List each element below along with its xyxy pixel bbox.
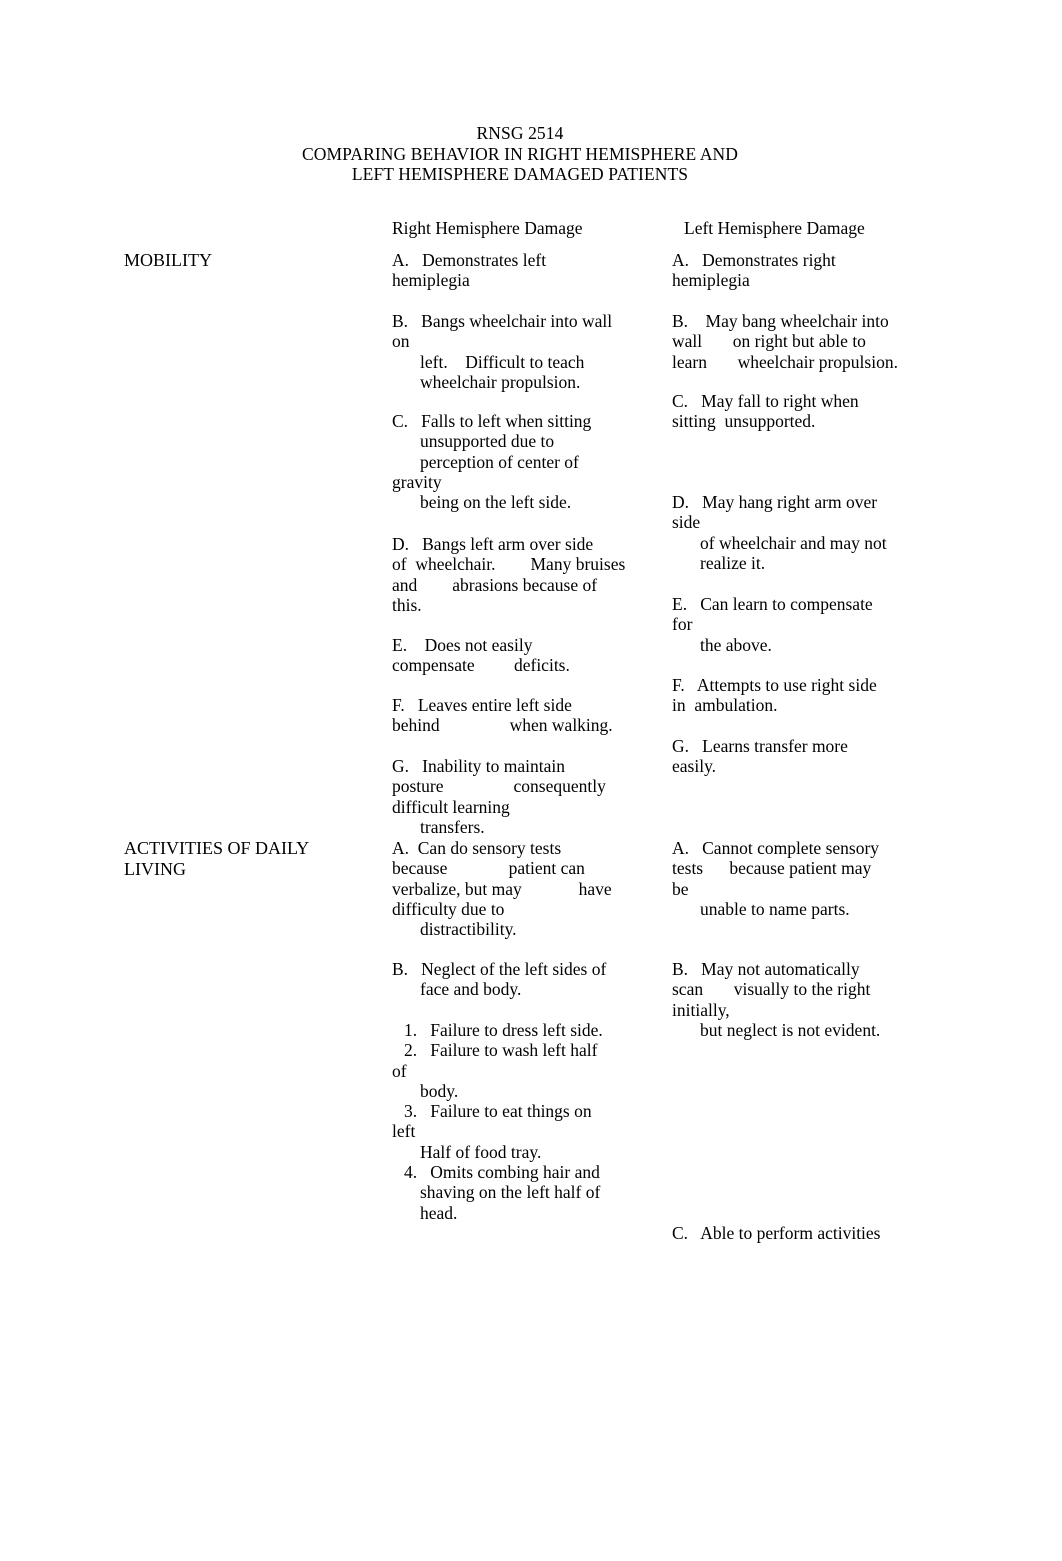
mobility-right-hemisphere-line: unsupported due to — [420, 431, 555, 452]
mobility-right-hemisphere-entry: A. Demonstrates left hemiplegia — [392, 250, 654, 291]
mobility-right-hemisphere-entry: F. Leaves entire left side behind when wa… — [392, 695, 654, 736]
mobility-left-hemisphere-line: side — [672, 512, 701, 533]
adl-right-hemisphere-line: because patient can — [392, 858, 585, 879]
mobility-left-hemisphere-line: for — [672, 614, 693, 635]
adl-right-hemisphere-line: distractibility. — [420, 919, 517, 940]
mobility-left-hemisphere-line: G. Learns transfer more — [672, 736, 848, 756]
mobility-left-hemisphere-line: A. Demonstrates right — [672, 250, 836, 270]
column-header-right-hemisphere: Right Hemisphere Damage — [392, 218, 583, 238]
mobility-right-hemisphere-entry: C. Falls to left when sitting unsupported… — [392, 411, 654, 512]
adl-right-hemisphere-line: left — [392, 1121, 416, 1142]
mobility-left-hemisphere-line: of wheelchair and may not — [700, 532, 887, 553]
mobility-right-hemisphere-line: transfers. — [420, 816, 485, 837]
mobility-left-hemisphere-entry: A. Demonstrates right hemiplegia — [672, 250, 934, 291]
mobility-right-hemisphere-line: and abrasions because of — [392, 574, 598, 595]
column-header-left-hemisphere: Left Hemisphere Damage — [684, 218, 865, 238]
mobility-right-hemisphere-line: hemiplegia — [392, 270, 470, 291]
mobility-right-hemisphere-entry: E. Does not easily compensate deficits. — [392, 635, 654, 676]
adl-left-hemisphere-line: C. Able to perform activities — [672, 1223, 881, 1243]
mobility-right-hemisphere-line: E. Does not easily — [392, 635, 533, 655]
adl-right-hemisphere-line: shaving on the left half of — [420, 1182, 601, 1203]
adl-right-hemisphere-line: difficulty due to — [392, 898, 505, 919]
adl-right-hemisphere-entry: A. Can do sensory tests because patient c… — [392, 838, 654, 939]
mobility-left-hemisphere-entry: G. Learns transfer more easily. — [672, 736, 934, 777]
title-line-1: RNSG 2514 — [476, 123, 564, 143]
mobility-left-hemisphere-line: in ambulation. — [672, 695, 778, 716]
mobility-right-hemisphere-entry: D. Bangs left arm over side of wheelchair… — [392, 534, 654, 615]
adl-right-hemisphere-line: 3. Failure to eat things on — [404, 1101, 592, 1122]
label-mobility-line: MOBILITY — [124, 250, 212, 270]
mobility-left-hemisphere-line: E. Can learn to compensate — [672, 594, 873, 614]
adl-right-hemisphere-line: 1. Failure to dress left side. — [404, 1020, 603, 1040]
mobility-right-hemisphere-line: of wheelchair. Many bruises — [392, 554, 626, 575]
adl-right-hemisphere-line: 4. Omits combing hair and — [404, 1162, 600, 1183]
mobility-left-hemisphere-line: wall on right but able to — [672, 331, 866, 352]
mobility-right-hemisphere-line: B. Bangs wheelchair into wall — [392, 311, 613, 331]
mobility-right-hemisphere-line: left. Difficult to teach — [420, 351, 585, 372]
adl-right-hemisphere-line: of — [392, 1060, 407, 1081]
adl-right-hemisphere-entry: B. Neglect of the left sides of face and … — [392, 959, 654, 1000]
mobility-right-hemisphere-line: posture consequently — [392, 776, 606, 797]
adl-right-hemisphere-line: head. — [420, 1202, 458, 1223]
adl-right-hemisphere-line: A. Can do sensory tests — [392, 838, 562, 858]
adl-right-hemisphere-line: face and body. — [420, 979, 522, 1000]
mobility-left-hemisphere-line: the above. — [700, 634, 772, 655]
mobility-right-hemisphere-line: being on the left side. — [420, 492, 572, 513]
mobility-left-hemisphere-entry: D. May hang right arm over side of wheelch… — [672, 492, 934, 573]
mobility-right-hemisphere-line: gravity — [392, 471, 442, 492]
title-line-2: COMPARING BEHAVIOR IN RIGHT HEMISPHERE A… — [301, 143, 739, 164]
adl-right-hemisphere-line: 2. Failure to wash left half — [404, 1040, 598, 1061]
adl-right-hemisphere-line: body. — [420, 1080, 459, 1101]
mobility-left-hemisphere-line: learn wheelchair propulsion. — [672, 351, 898, 372]
adl-left-hemisphere-entry: A. Cannot complete sensory tests because … — [672, 838, 934, 919]
mobility-right-hemisphere-line: perception of center of — [420, 451, 579, 472]
mobility-left-hemisphere-entry: E. Can learn to compensate for the above. — [672, 594, 934, 655]
mobility-left-hemisphere-line: hemiplegia — [672, 270, 750, 291]
mobility-left-hemisphere-entry: F. Attempts to use right side in ambulati… — [672, 675, 934, 716]
mobility-right-hemisphere-line: A. Demonstrates left — [392, 250, 547, 270]
adl-left-hemisphere-line: tests because patient may — [672, 858, 872, 879]
mobility-right-hemisphere-entry: B. Bangs wheelchair into wall on left. Dif… — [392, 311, 654, 392]
document-title: RNSG 2514 COMPARING BEHAVIOR IN RIGHT HE… — [0, 123, 1040, 185]
adl-left-hemisphere-line: be — [672, 878, 689, 899]
title-line-3: LEFT HEMISPHERE DAMAGED PATIENTS — [351, 164, 689, 184]
mobility-left-hemisphere-line: realize it. — [700, 552, 766, 573]
mobility-left-hemisphere-line: C. May fall to right when — [672, 391, 859, 411]
mobility-left-hemisphere-line: easily. — [672, 756, 717, 777]
adl-right-hemisphere-line: B. Neglect of the left sides of — [392, 959, 607, 979]
adl-left-hemisphere-line: scan visually to the right — [672, 979, 871, 1000]
label-adl-line: LIVING — [124, 859, 186, 879]
adl-left-hemisphere-entry: B. May not automatically scan visually to… — [672, 959, 934, 1040]
mobility-left-hemisphere-line: F. Attempts to use right side — [672, 675, 877, 695]
mobility-left-hemisphere-entry: C. May fall to right when sitting unsuppo… — [672, 391, 934, 432]
mobility-right-hemisphere-line: D. Bangs left arm over side — [392, 534, 594, 554]
mobility-right-hemisphere-line: G. Inability to maintain — [392, 756, 566, 776]
category-label-mobility: MOBILITY — [124, 250, 384, 271]
adl-left-hemisphere-line: unable to name parts. — [700, 898, 850, 919]
adl-left-hemisphere-line: B. May not automatically — [672, 959, 860, 979]
mobility-right-hemisphere-line: wheelchair propulsion. — [420, 371, 581, 392]
adl-right-hemisphere-line: Half of food tray. — [420, 1141, 542, 1162]
mobility-right-hemisphere-line: C. Falls to left when sitting — [392, 411, 592, 431]
adl-left-hemisphere-entry: C. Able to perform activities — [672, 1223, 934, 1243]
adl-right-hemisphere-line: verbalize, but may have — [392, 878, 612, 899]
adl-right-hemisphere-entry: 1. Failure to dress left side. 2. Failure… — [392, 1020, 654, 1223]
category-label-adl: ACTIVITIES OF DAILY LIVING — [124, 838, 384, 880]
mobility-right-hemisphere-entry: G. Inability to maintain posture conseque… — [392, 756, 654, 837]
mobility-right-hemisphere-line: compensate deficits. — [392, 655, 570, 676]
mobility-right-hemisphere-line: this. — [392, 594, 422, 615]
adl-left-hemisphere-line: but neglect is not evident. — [700, 1019, 881, 1040]
label-adl-line: ACTIVITIES OF DAILY — [124, 838, 310, 858]
mobility-right-hemisphere-line: on — [392, 331, 410, 352]
mobility-left-hemisphere-line: sitting unsupported. — [672, 411, 816, 432]
adl-left-hemisphere-line: initially, — [672, 999, 730, 1020]
mobility-left-hemisphere-line: B. May bang wheelchair into — [672, 311, 889, 331]
mobility-left-hemisphere-entry: B. May bang wheelchair into wall on right… — [672, 311, 934, 372]
adl-left-hemisphere-line: A. Cannot complete sensory — [672, 838, 880, 858]
mobility-right-hemisphere-line: difficult learning — [392, 796, 510, 817]
mobility-left-hemisphere-line: D. May hang right arm over — [672, 492, 878, 512]
mobility-right-hemisphere-line: behind when walking. — [392, 715, 613, 736]
document-page: RNSG 2514 COMPARING BEHAVIOR IN RIGHT HE… — [0, 0, 1062, 1561]
mobility-right-hemisphere-line: F. Leaves entire left side — [392, 695, 572, 715]
